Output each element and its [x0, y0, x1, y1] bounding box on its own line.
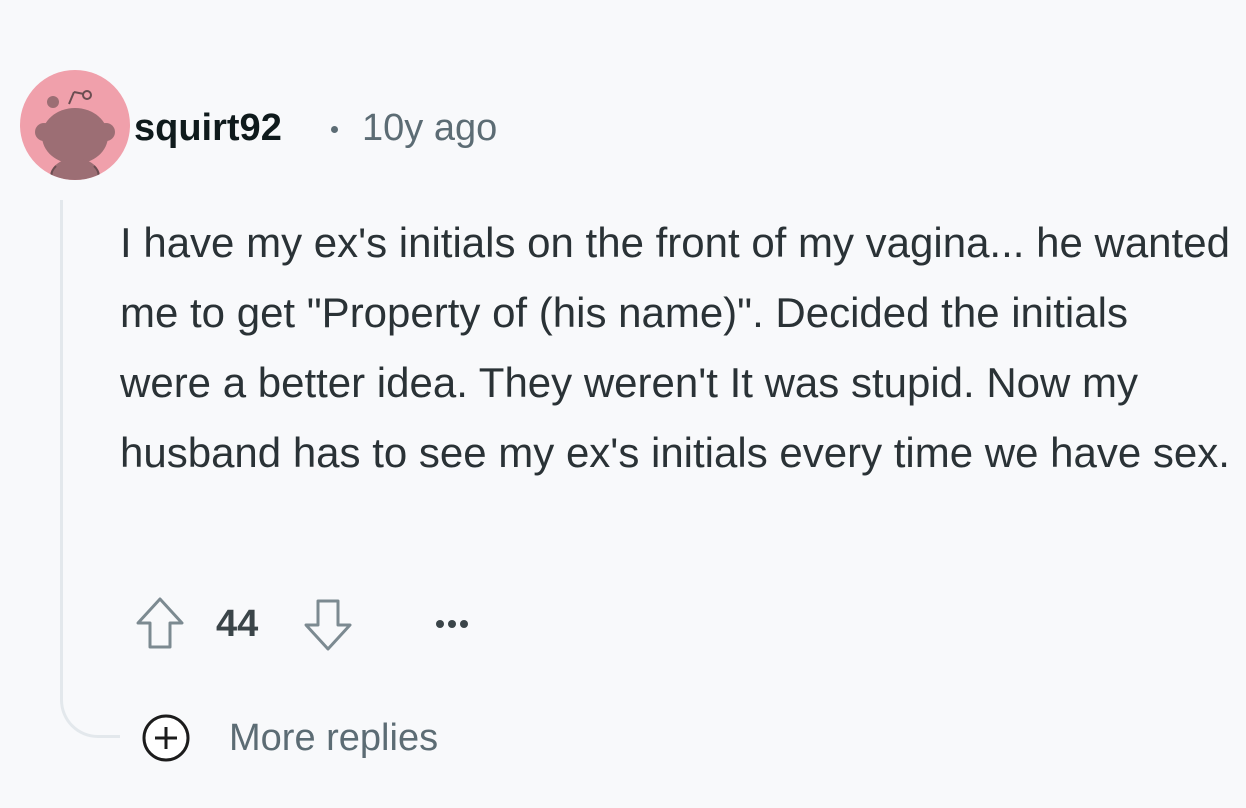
thread-line[interactable] — [60, 200, 120, 738]
ellipsis-icon — [436, 620, 468, 628]
upvote-arrow-icon — [136, 597, 184, 649]
overflow-menu-button[interactable] — [428, 604, 476, 644]
comment-body: I have my ex's initials on the front of … — [120, 219, 1230, 476]
snoo-avatar-icon — [35, 90, 115, 180]
more-replies-label: More replies — [229, 716, 439, 759]
comment-author[interactable]: squirt92 — [134, 104, 282, 152]
downvote-button[interactable] — [298, 592, 358, 656]
avatar[interactable] — [20, 70, 130, 180]
comment-timestamp[interactable]: 10y ago — [362, 104, 497, 152]
more-replies-button[interactable]: More replies — [141, 708, 438, 768]
downvote-arrow-icon — [304, 599, 352, 651]
vote-score: 44 — [216, 603, 259, 645]
upvote-button[interactable] — [130, 592, 190, 656]
separator-dot — [331, 126, 338, 133]
plus-circle-icon — [142, 714, 190, 762]
